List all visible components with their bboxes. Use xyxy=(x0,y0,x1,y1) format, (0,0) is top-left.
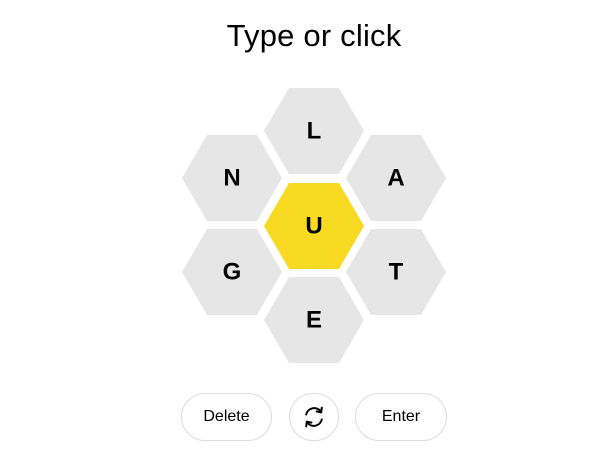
hive-letter-center: U xyxy=(305,213,322,240)
hive-cell-lower-right[interactable]: T xyxy=(346,229,446,315)
hive-cell-bottom[interactable]: E xyxy=(264,277,364,363)
delete-button[interactable]: Delete xyxy=(181,393,272,441)
hive-cell-center[interactable]: U xyxy=(264,183,364,269)
hive-letter-bottom: E xyxy=(306,307,322,334)
enter-button[interactable]: Enter xyxy=(355,393,447,441)
enter-button-label: Enter xyxy=(381,408,421,425)
hive-letter-lower-right: T xyxy=(389,259,404,286)
hive-cell-upper-right[interactable]: A xyxy=(346,135,446,221)
hive-cell-top[interactable]: L xyxy=(264,88,364,174)
shuffle-button[interactable] xyxy=(289,393,339,441)
shuffle-arrows-icon xyxy=(305,406,323,428)
hive-letter-top: L xyxy=(307,118,322,145)
hive-letter-lower-left: G xyxy=(223,259,242,286)
hive-letter-upper-left: N xyxy=(223,165,240,192)
hive-letter-upper-right: A xyxy=(387,165,404,192)
hive-cell-lower-left[interactable]: G xyxy=(182,229,282,315)
hive-cell-upper-left[interactable]: N xyxy=(182,135,282,221)
delete-button-label: Delete xyxy=(203,408,250,425)
spelling-bee-board: Type or click L N A U G T E Delete Enter xyxy=(0,0,600,474)
